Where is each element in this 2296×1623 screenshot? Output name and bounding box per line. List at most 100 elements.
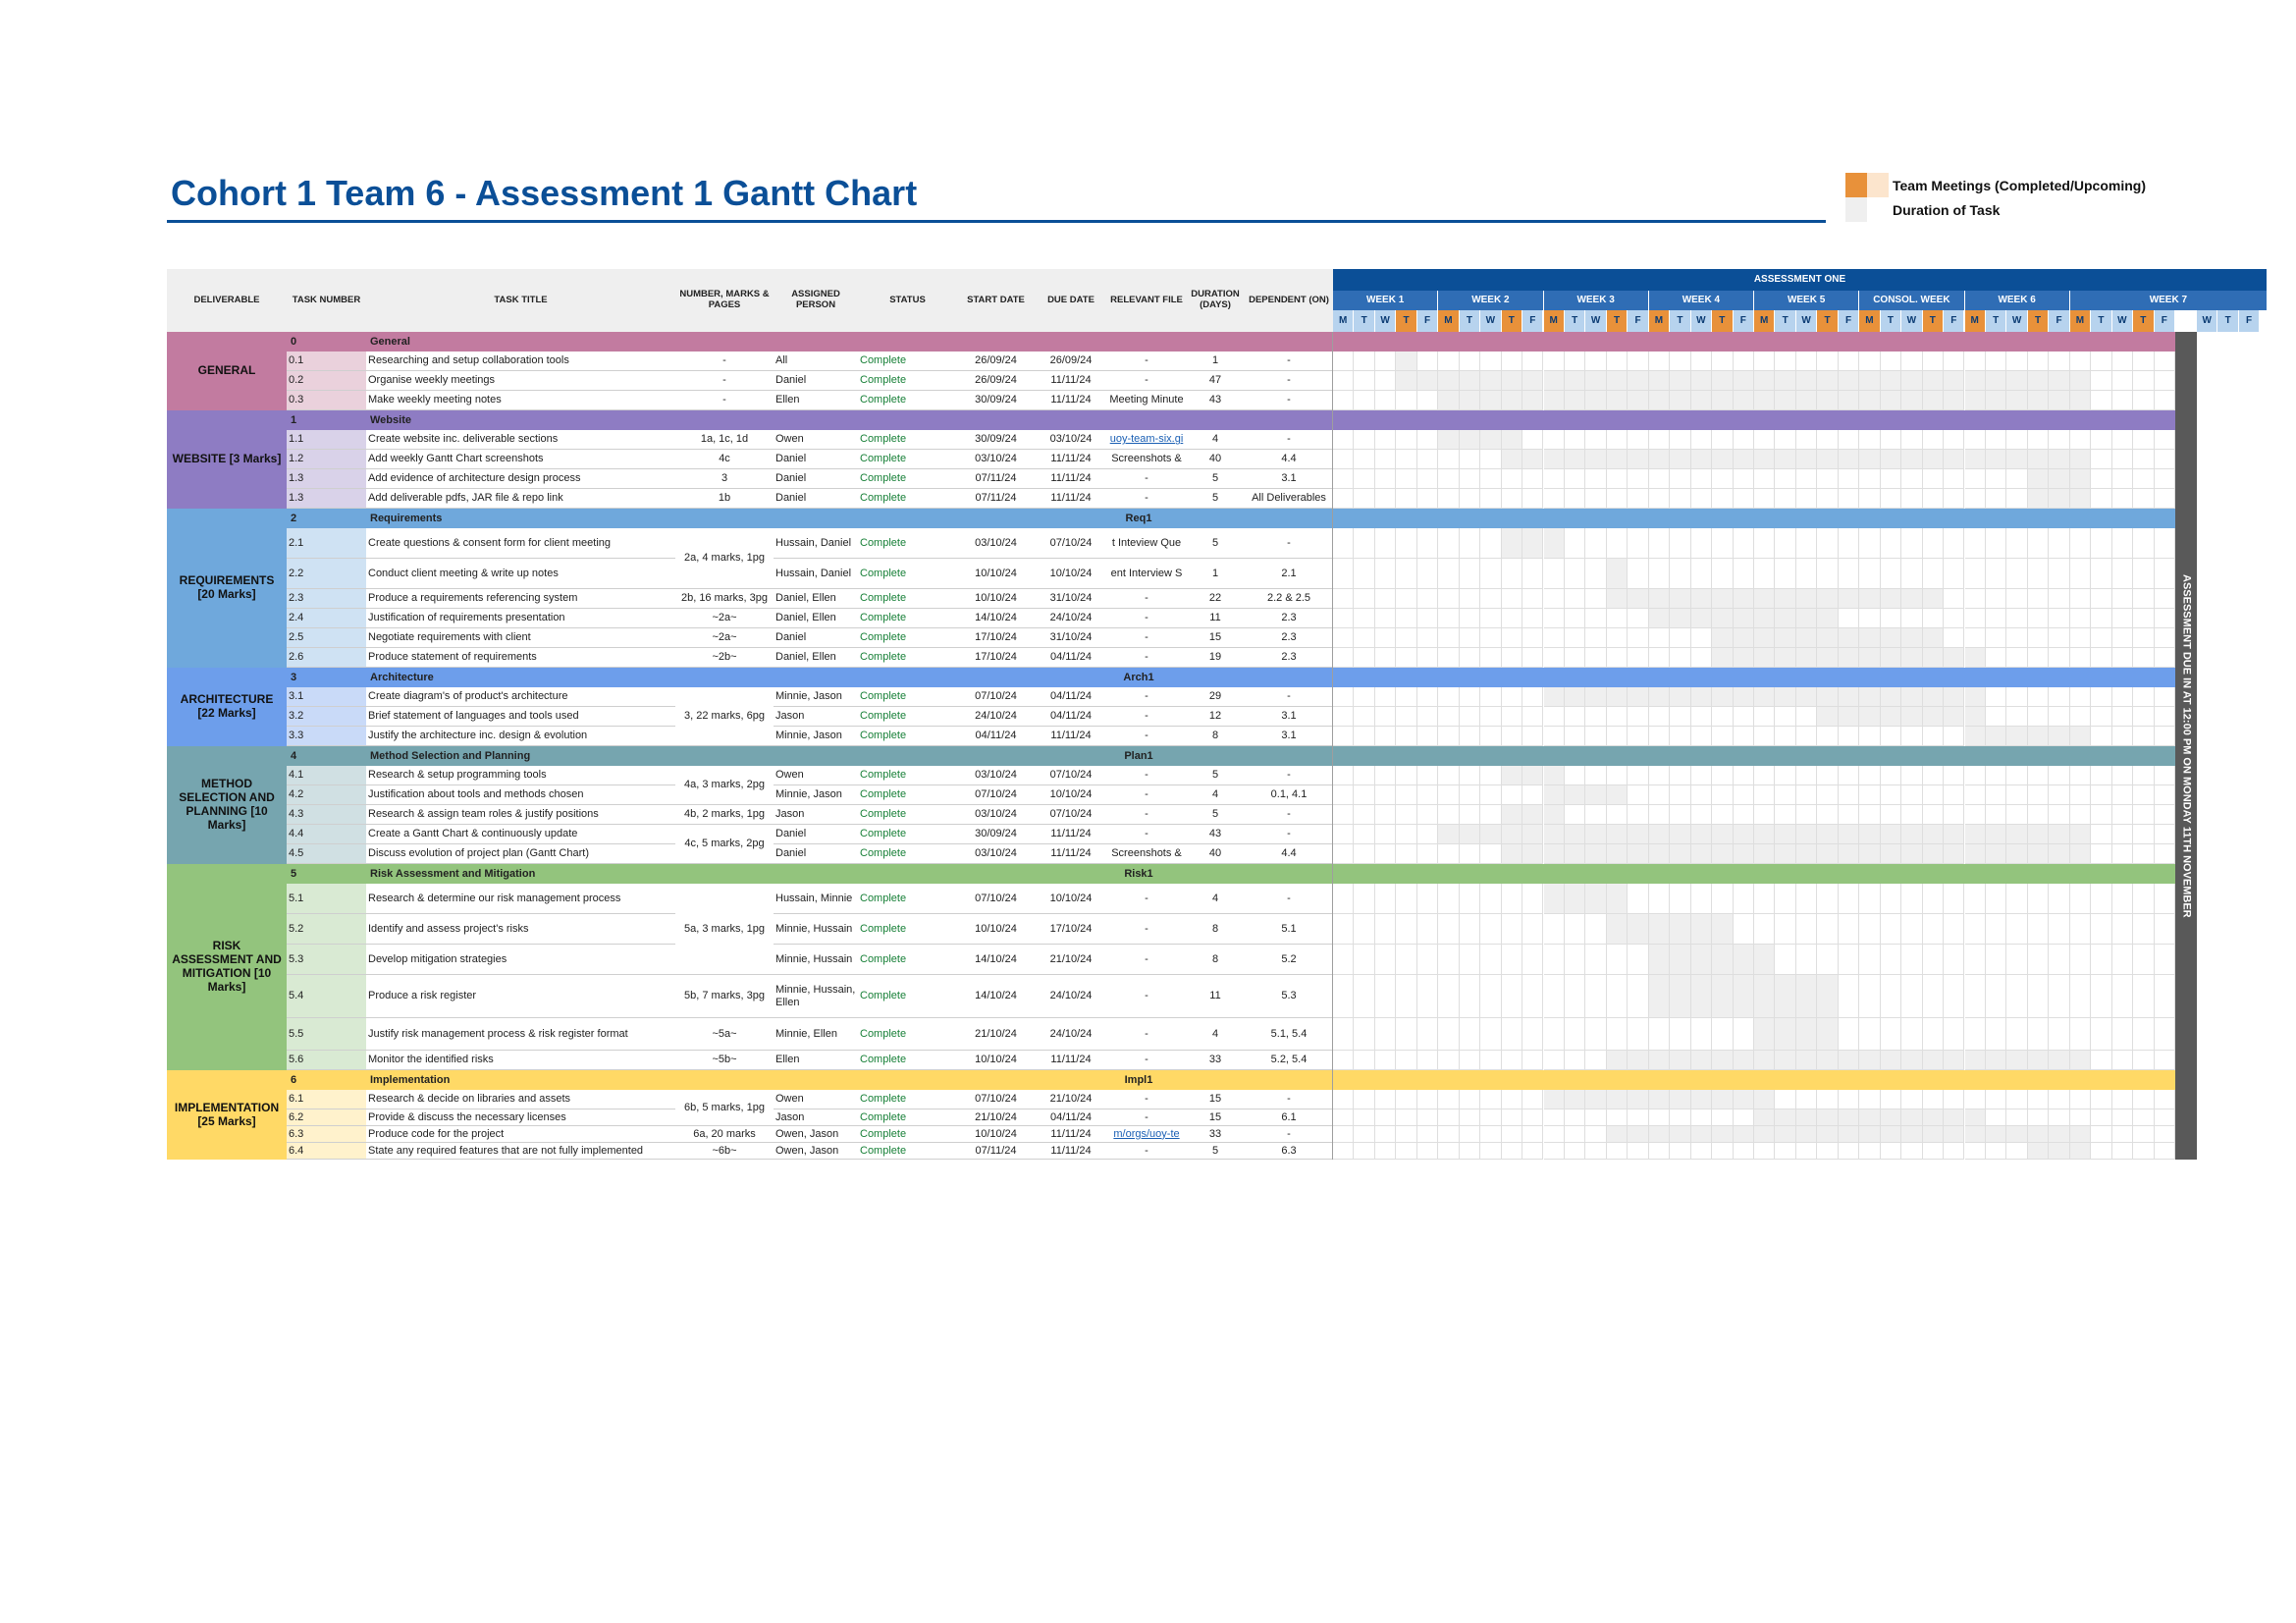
timeline-cell [1795,1143,1818,1160]
duration-bar-cell [1901,391,1923,410]
duration-bar-cell [1733,1126,1754,1143]
duration-bar-cell [1901,844,1923,864]
duration-bar-cell [1859,687,1881,707]
timeline-cell [2133,766,2155,785]
timeline-cell [1880,1143,1902,1160]
timeline-cell [1522,430,1544,450]
task-duration: 8 [1186,945,1245,975]
duration-bar-cell [1964,727,1986,746]
duration-bar-cell [1880,589,1902,609]
timeline-cell [1354,352,1375,371]
timeline-cell [2111,1051,2134,1070]
task-due-date: 07/10/24 [1035,528,1107,559]
timeline-cell [1354,975,1375,1018]
section-title: Requirements [370,512,443,524]
section-code: Arch1 [1123,671,1154,683]
duration-bar-cell [1838,844,1860,864]
timeline-cell [1817,884,1839,914]
timeline-cell [1501,1018,1523,1051]
timeline-cell [2133,489,2155,509]
timeline-cell [1501,559,1523,589]
duration-bar-cell [1775,1051,1796,1070]
timeline-cell [1648,707,1671,727]
task-title: Add deliverable pdfs, JAR file & repo li… [366,489,675,509]
timeline-cell [1817,727,1839,746]
timeline-cell [1416,844,1439,864]
timeline-cell [1880,430,1902,450]
timeline-cell [1396,1109,1417,1126]
timeline-cell [1985,628,2007,648]
duration-bar-cell [1712,391,1734,410]
timeline-cell [1501,785,1523,805]
timeline-cell [1480,707,1502,727]
task-start-date: 07/11/24 [957,489,1035,509]
timeline-cell [2049,1090,2070,1109]
day-header: W [1480,310,1502,332]
timeline-cell [1480,945,1502,975]
timeline-cell [1754,489,1776,509]
timeline-cell [1690,528,1713,559]
timeline-cell [1754,805,1776,825]
duration-bar-cell [1922,825,1945,844]
task-duration: 1 [1186,559,1245,589]
timeline-cell [2069,609,2092,628]
timeline-cell [2049,609,2070,628]
timeline-cell [1733,1018,1754,1051]
timeline-cell [1416,825,1439,844]
timeline-cell [1901,352,1923,371]
duration-bar-cell [2069,450,2092,469]
timeline-cell [2133,707,2155,727]
timeline-cell [1459,1143,1481,1160]
timeline-cell [1543,1143,1565,1160]
timeline-cell [1480,352,1502,371]
task-due-date: 11/11/24 [1035,371,1107,391]
relevant-file-link[interactable]: uoy-team-six.gi [1107,430,1186,450]
task-due-date: 03/10/24 [1035,430,1107,450]
timeline-cell [1880,1018,1902,1051]
timeline-cell [1543,609,1565,628]
merged-marks: 5a, 3 marks, 1pg [675,884,774,975]
task-status: Complete [858,430,957,450]
duration-bar-cell [1543,528,1565,559]
timeline-cell [1985,609,2007,628]
timeline-cell [1859,352,1881,371]
timeline-cell [2154,884,2175,914]
section-code: Req1 [1125,512,1152,524]
timeline-cell [1585,914,1607,945]
task-due-date: 24/10/24 [1035,1018,1107,1051]
duration-bar-cell [1522,528,1544,559]
task-status: Complete [858,707,957,727]
task-dependency: - [1245,1126,1333,1143]
duration-bar-cell [1648,687,1671,707]
duration-bar-cell [1543,825,1565,844]
timeline-cell [1985,707,2007,727]
relevant-file-link[interactable]: m/orgs/uoy-te [1107,1126,1186,1143]
timeline-cell [1628,1143,1649,1160]
duration-bar-cell [1396,371,1417,391]
task-due-date: 10/10/24 [1035,785,1107,805]
timeline-cell [2091,687,2112,707]
timeline-cell [2069,528,2092,559]
timeline-cell [2111,391,2134,410]
timeline-cell [2091,707,2112,727]
timeline-cell [1628,528,1649,559]
duration-bar-cell [1670,945,1691,975]
timeline-cell [1480,727,1502,746]
timeline-cell [2133,727,2155,746]
task-due-date: 26/09/24 [1035,352,1107,371]
timeline-cell [1838,469,1860,489]
duration-bar-cell [1585,884,1607,914]
timeline-cell [1585,975,1607,1018]
timeline-cell [1964,628,1986,648]
timeline-cell [2133,687,2155,707]
timeline-cell [2069,559,2092,589]
timeline-cell [1606,528,1629,559]
timeline-cell [1438,844,1460,864]
timeline-cell [1438,1090,1460,1109]
timeline-cell [1354,528,1375,559]
timeline-cell [2091,489,2112,509]
timeline-cell [1628,648,1649,668]
task-dependency: - [1245,825,1333,844]
timeline-cell [1901,559,1923,589]
task-number: 2.5 [287,628,366,648]
